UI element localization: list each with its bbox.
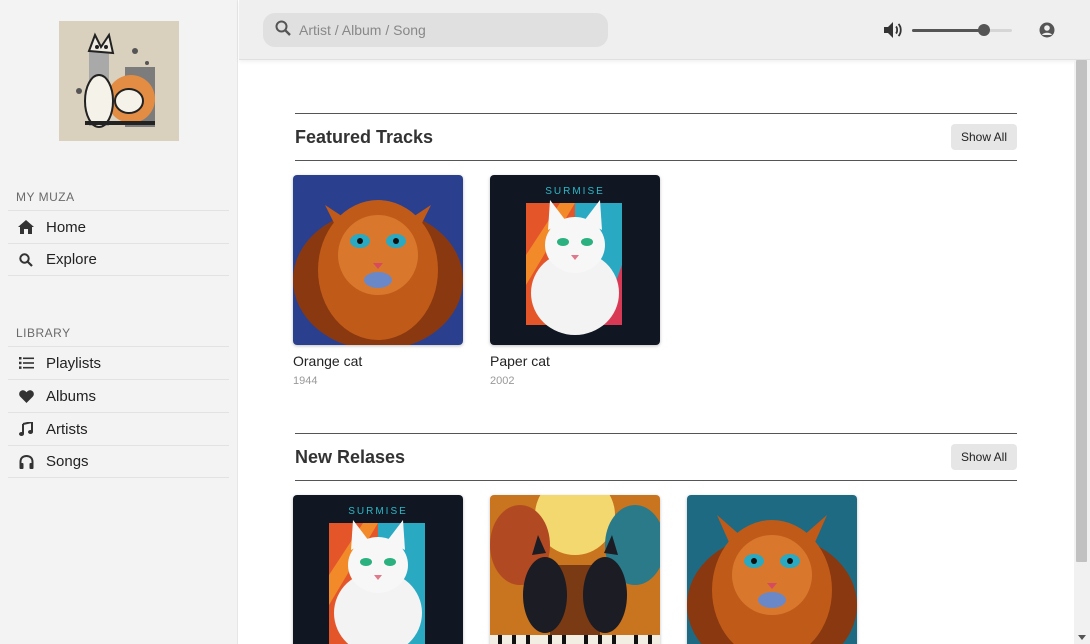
sidebar: MY MUZA Home Explore LIBRARY Playlists A… xyxy=(0,0,238,644)
sidebar-item-label: Songs xyxy=(46,453,89,470)
album-cover[interactable]: SURMISE xyxy=(490,175,660,345)
album-art-text: SURMISE xyxy=(348,506,408,517)
album-cover[interactable] xyxy=(490,495,660,644)
track-title[interactable]: Orange cat xyxy=(293,353,463,369)
release-card[interactable] xyxy=(687,495,857,644)
my-muza-nav: Home Explore xyxy=(8,210,229,276)
search-icon xyxy=(18,252,34,268)
scroll-down-arrow[interactable] xyxy=(1078,635,1086,640)
scrollbar[interactable] xyxy=(1074,60,1090,644)
sidebar-item-label: Artists xyxy=(46,420,88,438)
heart-icon xyxy=(18,388,34,404)
section-title: Featured Tracks xyxy=(295,126,434,147)
section-title-library: LIBRARY xyxy=(16,326,71,340)
card-row: SURMISE xyxy=(293,495,857,644)
scrollbar-thumb[interactable] xyxy=(1076,60,1087,562)
volume-slider[interactable] xyxy=(912,24,1012,36)
sidebar-item-albums[interactable]: Albums xyxy=(8,379,229,412)
search-input[interactable] xyxy=(299,22,589,38)
track-card[interactable]: Orange cat 1944 xyxy=(293,175,463,387)
section-title: New Relases xyxy=(295,446,406,467)
track-year: 1944 xyxy=(293,375,318,387)
sidebar-item-songs[interactable]: Songs xyxy=(8,445,229,478)
top-bar xyxy=(239,0,1090,60)
sidebar-item-label: Home xyxy=(46,218,87,236)
volume-slider-thumb[interactable] xyxy=(978,24,990,36)
sidebar-item-playlists[interactable]: Playlists xyxy=(8,346,229,379)
home-icon xyxy=(18,219,34,235)
app-logo[interactable] xyxy=(59,21,179,141)
card-row: Orange cat 1944 SURMISE Paper cat 2002 xyxy=(293,175,660,387)
track-title[interactable]: Paper cat xyxy=(490,353,660,369)
album-cover[interactable] xyxy=(687,495,857,644)
track-card[interactable]: SURMISE Paper cat 2002 xyxy=(490,175,660,387)
sidebar-item-label: Playlists xyxy=(46,354,102,372)
album-art-text: SURMISE xyxy=(545,186,605,197)
album-cover[interactable]: SURMISE xyxy=(293,495,463,644)
search-icon xyxy=(275,20,291,41)
sidebar-item-home[interactable]: Home xyxy=(8,210,229,243)
sidebar-item-label: Explore xyxy=(46,251,97,268)
new-releases-section: New Relases Show All SURMISE xyxy=(293,433,1017,644)
show-all-button[interactable]: Show All xyxy=(950,124,1017,150)
sidebar-item-explore[interactable]: Explore xyxy=(8,243,229,276)
release-card[interactable] xyxy=(490,495,660,644)
headphones-icon xyxy=(18,454,34,470)
library-nav: Playlists Albums Artists Songs xyxy=(8,346,229,478)
release-card[interactable]: SURMISE xyxy=(293,495,463,644)
user-icon[interactable] xyxy=(1039,22,1055,38)
volume-icon[interactable] xyxy=(883,20,905,40)
section-header: New Relases Show All xyxy=(295,433,1017,481)
volume-slider-fill xyxy=(912,29,984,32)
list-icon xyxy=(18,355,34,371)
section-title-my-muza: MY MUZA xyxy=(16,190,75,204)
show-all-button[interactable]: Show All xyxy=(950,444,1017,470)
sidebar-item-label: Albums xyxy=(46,387,97,405)
album-cover[interactable] xyxy=(293,175,463,345)
sidebar-item-artists[interactable]: Artists xyxy=(8,412,229,445)
featured-tracks-section: Featured Tracks Show All Orange cat 1944… xyxy=(293,113,1017,387)
section-header: Featured Tracks Show All xyxy=(295,113,1017,161)
track-year: 2002 xyxy=(490,375,515,387)
music-note-icon xyxy=(18,421,34,437)
search-box[interactable] xyxy=(263,13,608,47)
